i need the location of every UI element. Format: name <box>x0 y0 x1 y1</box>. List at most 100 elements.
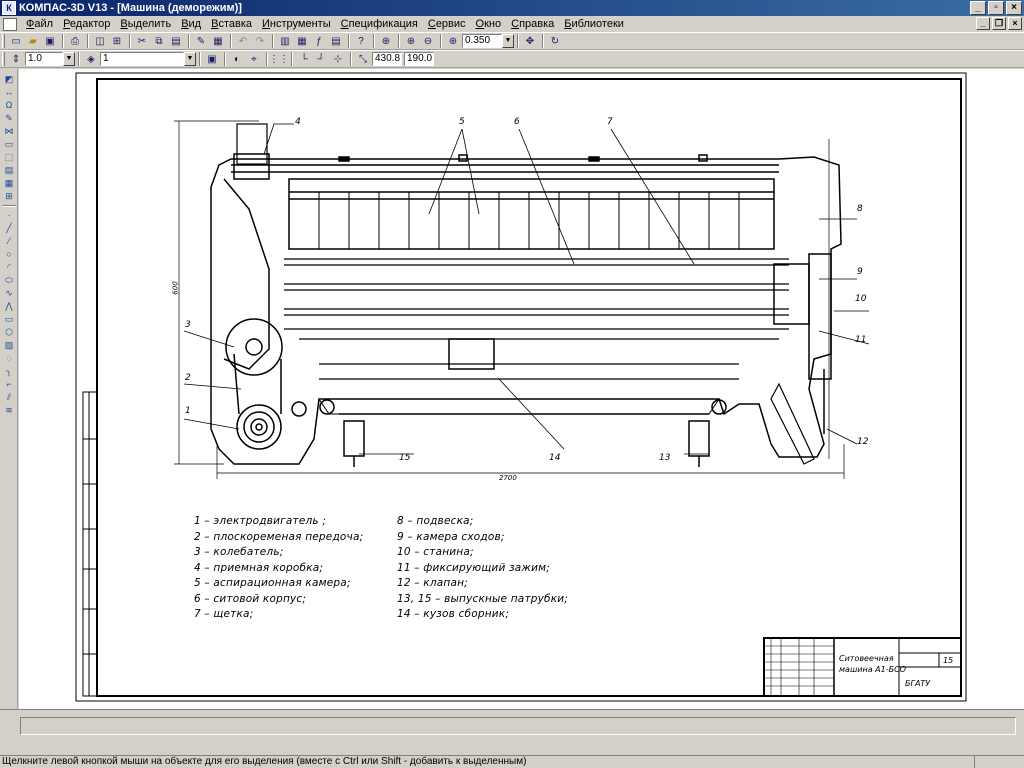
ellipse-icon[interactable]: ⬭ <box>2 274 16 287</box>
zoom-field[interactable]: 0.350 <box>462 34 502 48</box>
layer-combo[interactable]: 1 ▼ <box>100 52 196 66</box>
spline-icon[interactable]: ∿ <box>2 287 16 300</box>
color-icon[interactable]: ◐ <box>229 52 245 67</box>
coord-x-field[interactable]: 430.8 <box>372 52 402 66</box>
hatch-icon[interactable]: ▨ <box>2 339 16 352</box>
toolbar-grip[interactable] <box>2 52 5 66</box>
maximize-button[interactable]: ▫ <box>988 1 1004 15</box>
close-button[interactable]: × <box>1006 1 1022 15</box>
insert-icon[interactable]: ⊞ <box>2 190 16 203</box>
cut-icon[interactable]: ✂ <box>134 34 150 49</box>
menu-help[interactable]: Справка <box>506 18 559 30</box>
menu-insert[interactable]: Вставка <box>206 18 257 30</box>
reports-icon[interactable]: ▦ <box>2 177 16 190</box>
fillet-icon[interactable]: ╮ <box>2 365 16 378</box>
kompas-logo-icon: К <box>2 1 16 15</box>
menu-select[interactable]: Выделить <box>115 18 176 30</box>
manager-icon[interactable]: ▥ <box>277 34 293 49</box>
zoom-window-icon[interactable]: ⊕ <box>378 34 394 49</box>
zoom-in-icon[interactable]: ⊕ <box>403 34 419 49</box>
properties-inner[interactable] <box>20 717 1016 735</box>
chevron-down-icon[interactable]: ▼ <box>63 52 75 66</box>
doc-minimize-button[interactable]: _ <box>976 17 990 30</box>
menu-window[interactable]: Окно <box>471 18 507 30</box>
measure-icon[interactable]: ▭ <box>2 138 16 151</box>
zoom-out-icon[interactable]: ⊖ <box>420 34 436 49</box>
chamfer-icon[interactable]: ⌐ <box>2 378 16 391</box>
document-icon[interactable] <box>3 17 17 31</box>
new-file-icon[interactable]: ▭ <box>8 34 24 49</box>
zoom-scale-icon[interactable]: ⊕ <box>445 34 461 49</box>
preview-icon[interactable]: ◫ <box>92 34 108 49</box>
pan-icon[interactable]: ✥ <box>522 34 538 49</box>
redo-icon[interactable]: ↷ <box>252 34 268 49</box>
legend-item: 3 – колебатель; <box>194 546 284 558</box>
variables-icon[interactable]: ƒ <box>311 34 327 49</box>
menu-service[interactable]: Сервис <box>423 18 471 30</box>
zoom-combo[interactable]: 0.350 ▼ <box>462 34 514 48</box>
chevron-down-icon[interactable]: ▼ <box>184 52 196 66</box>
equidistant-icon[interactable]: ≋ <box>2 404 16 417</box>
menu-view[interactable]: Вид <box>176 18 206 30</box>
horizontal-scroll-area[interactable] <box>0 739 1024 755</box>
step-field[interactable]: 1.0 <box>25 52 63 66</box>
copy-icon[interactable]: ⧉ <box>151 34 167 49</box>
dimensions-icon[interactable]: ↔ <box>2 86 16 99</box>
menu-libraries[interactable]: Библиотеки <box>559 18 629 30</box>
callout-label: 2 <box>185 373 191 383</box>
drawing-canvas[interactable]: 4 5 6 7 8 9 10 11 3 2 1 15 14 13 12 600 … <box>19 69 1024 709</box>
document-manager-icon[interactable]: ⊞ <box>109 34 125 49</box>
callout-label: 9 <box>857 267 863 277</box>
ortho-icon[interactable]: ┘ <box>313 52 329 67</box>
round-icon[interactable]: ⊹ <box>330 52 346 67</box>
line-icon[interactable]: ╱ <box>2 222 16 235</box>
layer-icon[interactable]: ◈ <box>83 52 99 67</box>
coordinates-icon[interactable]: ⤡ <box>355 52 371 67</box>
segment-icon[interactable]: ⁄ <box>2 235 16 248</box>
paste-icon[interactable]: ▤ <box>168 34 184 49</box>
snap-icon[interactable]: ⌖ <box>246 52 262 67</box>
toolbar-grip[interactable] <box>2 34 5 48</box>
menu-editor[interactable]: Редактор <box>58 18 115 30</box>
contour-icon[interactable]: ◌ <box>2 352 16 365</box>
help-icon[interactable]: ? <box>353 34 369 49</box>
properties-icon[interactable]: ✎ <box>193 34 209 49</box>
grid-icon[interactable]: ⋮⋮ <box>269 52 289 67</box>
polyline-icon[interactable]: ⋀ <box>2 300 16 313</box>
layer-field[interactable]: 1 <box>100 52 184 66</box>
polygon-icon[interactable]: ⬡ <box>2 326 16 339</box>
geometry-icon[interactable]: ◩ <box>2 73 16 86</box>
save-icon[interactable]: ▣ <box>42 34 58 49</box>
menu-specification[interactable]: Спецификация <box>336 18 423 30</box>
properties-panel <box>0 709 1024 739</box>
library-icon[interactable]: ▦ <box>210 34 226 49</box>
spec-icon[interactable]: ▤ <box>2 164 16 177</box>
symbols-icon[interactable]: Ω <box>2 99 16 112</box>
arc-icon[interactable]: ◜ <box>2 261 16 274</box>
offset-icon[interactable]: ⫽ <box>2 391 16 404</box>
style-icon[interactable]: ▣ <box>204 52 220 67</box>
step-icon[interactable]: ⇕ <box>8 52 24 67</box>
legend-item: 14 – кузов сборник; <box>397 608 510 620</box>
coord-y-field[interactable]: 190.0 <box>404 52 434 66</box>
table-icon[interactable]: ▤ <box>328 34 344 49</box>
calc-icon[interactable]: ▦ <box>294 34 310 49</box>
parametrization-icon[interactable]: ⋈ <box>2 125 16 138</box>
menu-file[interactable]: Файл <box>21 18 58 30</box>
circle-icon[interactable]: ○ <box>2 248 16 261</box>
rectangle-icon[interactable]: ▭ <box>2 313 16 326</box>
minimize-button[interactable]: _ <box>970 1 986 15</box>
undo-icon[interactable]: ↶ <box>235 34 251 49</box>
menu-tools[interactable]: Инструменты <box>257 18 336 30</box>
edit-icon[interactable]: ✎ <box>2 112 16 125</box>
doc-restore-button[interactable]: ❐ <box>992 17 1006 30</box>
open-file-icon[interactable]: ▰ <box>25 34 41 49</box>
point-icon[interactable]: · <box>2 209 16 222</box>
select-icon[interactable]: ⬚ <box>2 151 16 164</box>
print-icon[interactable]: ⎙ <box>67 34 83 49</box>
doc-close-button[interactable]: × <box>1008 17 1022 30</box>
chevron-down-icon[interactable]: ▼ <box>502 34 514 48</box>
refresh-icon[interactable]: ↻ <box>547 34 563 49</box>
step-combo[interactable]: 1.0 ▼ <box>25 52 75 66</box>
local-cs-icon[interactable]: └ <box>296 52 312 67</box>
